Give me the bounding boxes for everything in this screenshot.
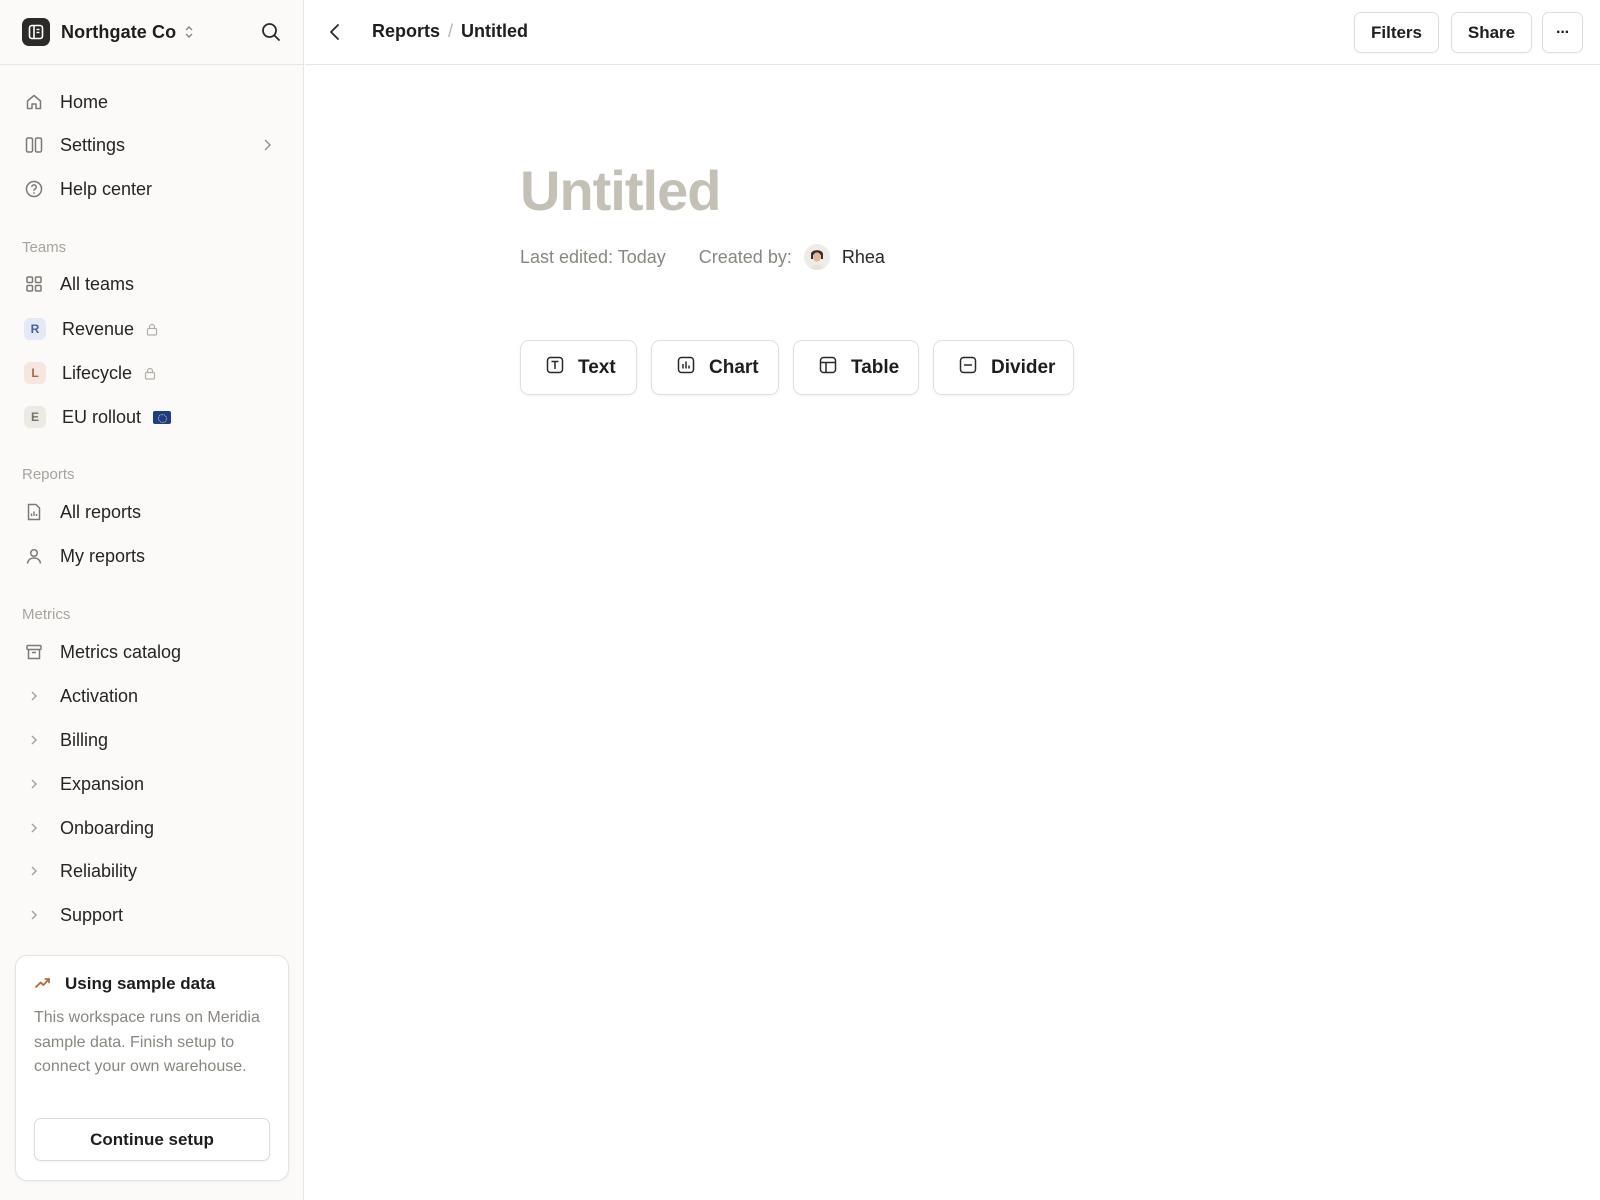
sidebar-item-all-teams[interactable]: All teams (14, 266, 290, 302)
archive-icon (24, 642, 44, 662)
sidebar-item-label: Onboarding (60, 817, 155, 838)
workspace-switcher[interactable]: Northgate Co (0, 0, 304, 65)
breadcrumb-reports-link[interactable]: Reports (372, 21, 440, 42)
block-label: Text (578, 356, 616, 378)
sidebar-item-billing[interactable]: Billing (14, 722, 290, 758)
sidebar-item-label: Billing (60, 729, 109, 750)
back-arrow-icon[interactable] (327, 20, 343, 49)
sidebar-item-reliability[interactable]: Reliability (14, 853, 290, 889)
add-text-block-button[interactable]: Text (520, 340, 637, 395)
team-badge-revenue: R (24, 318, 46, 340)
filters-button[interactable]: Filters (1354, 12, 1439, 53)
section-title-metrics: Metrics (22, 606, 71, 623)
sidebar-item-label: Settings (60, 134, 126, 155)
divider-block-icon (959, 356, 977, 380)
sample-data-card-body: This workspace runs on Meridia sample da… (34, 1009, 260, 1075)
last-edited-label: Last edited: Today (520, 246, 666, 267)
sidebar-item-label: Reliability (60, 860, 138, 881)
sidebar-item-label: Support (60, 904, 124, 925)
sidebar-item-label: Metrics catalog (60, 641, 182, 662)
sidebar-item-settings[interactable]: Settings (14, 127, 290, 163)
share-button[interactable]: Share (1451, 12, 1532, 53)
add-divider-block-button[interactable]: Divider (933, 340, 1074, 395)
sample-data-card: Using sample data This workspace runs on… (15, 955, 289, 1181)
sidebar-item-activation[interactable]: Activation (14, 678, 290, 714)
home-icon (24, 92, 44, 112)
chevron-right-icon[interactable] (24, 774, 44, 794)
sidebar-item-support[interactable]: Support (14, 897, 290, 933)
section-title-reports: Reports (22, 466, 75, 483)
help-circle-icon (24, 179, 44, 199)
lock-icon (146, 323, 158, 336)
sidebar-item-label: Help center (60, 178, 153, 199)
add-chart-block-button[interactable]: Chart (651, 340, 779, 395)
sidebar-item-all-reports[interactable]: All reports (14, 494, 290, 530)
block-label: Divider (991, 356, 1056, 378)
breadcrumb-separator: / (448, 21, 454, 41)
top-bar: Reports / Untitled Filters Share ··· (305, 0, 1600, 65)
sample-data-card-title: Using sample data (65, 974, 216, 993)
lock-icon (144, 367, 156, 380)
creator-name[interactable]: Rhea (842, 247, 885, 268)
chart-block-icon (677, 356, 695, 380)
chevron-right-icon[interactable] (24, 905, 44, 925)
sidebar-item-label: Activation (60, 685, 139, 706)
search-icon[interactable] (260, 21, 282, 48)
avatar (803, 244, 830, 270)
team-badge-lifecycle: L (24, 362, 46, 384)
sample-data-card-header: Using sample data (35, 974, 215, 994)
chevron-right-icon[interactable] (24, 861, 44, 881)
report-file-icon (24, 502, 44, 522)
sidebar-item-my-reports[interactable]: My reports (14, 538, 290, 574)
sidebar-item-help-center[interactable]: Help center (14, 171, 290, 207)
sidebar-item-label: Expansion (60, 773, 145, 794)
user-icon (24, 546, 44, 566)
block-label: Chart (709, 356, 759, 378)
sidebar-item-label: All teams (60, 273, 135, 294)
chevron-right-icon[interactable] (24, 730, 44, 750)
sidebar-item-label: Revenue (62, 318, 135, 339)
breadcrumb-current: Untitled (461, 21, 529, 41)
sidebar-item-label: Home (60, 91, 109, 112)
report-title-input[interactable]: Untitled (520, 158, 721, 223)
text-block-icon (546, 356, 564, 380)
chevron-right-icon (262, 137, 272, 158)
trending-up-icon (35, 974, 51, 994)
chevron-updown-icon (184, 25, 194, 39)
breadcrumb: Reports / Untitled (372, 21, 528, 42)
chevron-right-icon[interactable] (24, 818, 44, 838)
add-table-block-button[interactable]: Table (793, 340, 919, 395)
continue-setup-button[interactable]: Continue setup (34, 1118, 270, 1161)
workspace-name: Northgate Co (61, 21, 177, 42)
block-label: Table (851, 356, 900, 378)
sidebar-item-label: EU rollout (62, 406, 142, 427)
sidebar-item-metrics-catalog[interactable]: Metrics catalog (14, 634, 290, 670)
workspace-logo-icon (22, 18, 50, 46)
sidebar-item-label: My reports (60, 545, 146, 566)
columns-icon (24, 135, 44, 155)
more-options-button[interactable]: ··· (1542, 12, 1583, 53)
sidebar-item-label: Lifecycle (62, 362, 133, 383)
sidebar-item-expansion[interactable]: Expansion (14, 766, 290, 802)
sidebar-item-revenue[interactable]: R Revenue (14, 311, 290, 347)
eu-flag-icon (153, 410, 172, 424)
sidebar-item-eu-rollout[interactable]: E EU rollout (14, 399, 290, 435)
sidebar-item-lifecycle[interactable]: L Lifecycle (14, 355, 290, 391)
created-by-label: Created by: (698, 246, 792, 267)
chevron-right-icon[interactable] (24, 686, 44, 706)
sidebar-item-home[interactable]: Home (14, 84, 290, 120)
report-meta: Last edited: Today Created by: Rhea (520, 243, 885, 271)
table-block-icon (819, 356, 837, 380)
sidebar-item-onboarding[interactable]: Onboarding (14, 810, 290, 846)
sidebar: Northgate Co Home Settings Help center T… (0, 0, 304, 1200)
sidebar-item-label: All reports (60, 501, 142, 522)
team-badge-eu-rollout: E (24, 406, 46, 428)
section-title-teams: Teams (22, 239, 67, 256)
grid-icon (24, 274, 44, 294)
